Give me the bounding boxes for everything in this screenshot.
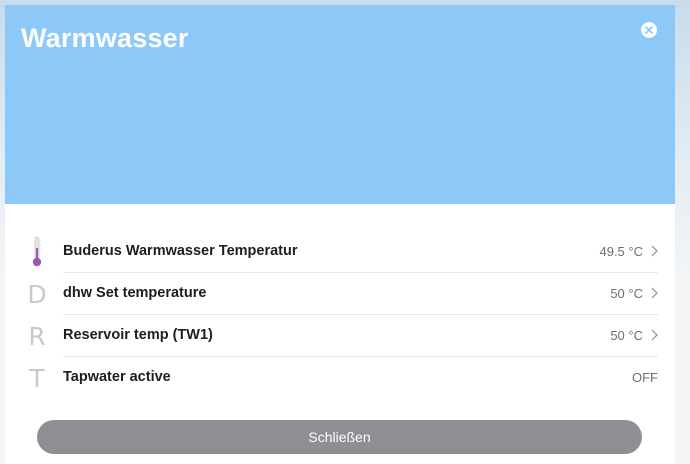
entity-row-dhw-set-temperature[interactable]: D dhw Set temperature 50 °C	[5, 273, 675, 315]
entity-name: Reservoir temp (TW1)	[63, 327, 213, 343]
entity-name: Buderus Warmwasser Temperatur	[63, 243, 298, 259]
dialog-title: Warmwasser	[21, 23, 189, 53]
thermometer-icon	[23, 231, 51, 273]
entity-row-reservoir-temp[interactable]: R Reservoir temp (TW1) 50 °C	[5, 315, 675, 357]
chevron-right-icon	[651, 287, 658, 299]
entity-dialog: Warmwasser Buderus Warmwasser Temperatur	[5, 5, 675, 464]
entity-row-warmwasser-temperatur[interactable]: Buderus Warmwasser Temperatur 49.5 °C	[5, 231, 675, 273]
entity-name: Tapwater active	[63, 369, 171, 385]
entity-value: 49.5 °C	[599, 244, 643, 259]
chevron-right-icon	[651, 245, 658, 257]
entity-letter-avatar: R	[28, 321, 46, 351]
dialog-header: Warmwasser	[5, 5, 675, 204]
entity-letter-avatar: D	[27, 279, 47, 309]
close-dialog-button[interactable]: Schließen	[37, 420, 642, 454]
chevron-right-icon	[651, 329, 658, 341]
entity-value: OFF	[632, 370, 658, 385]
entity-letter-avatar: T	[29, 363, 45, 393]
entity-row-tapwater-active[interactable]: T Tapwater active OFF	[5, 357, 675, 399]
entity-name: dhw Set temperature	[63, 285, 207, 301]
close-button[interactable]	[641, 22, 657, 38]
entity-value: 50 °C	[610, 286, 643, 301]
entity-value: 50 °C	[610, 328, 643, 343]
close-icon	[645, 26, 653, 34]
